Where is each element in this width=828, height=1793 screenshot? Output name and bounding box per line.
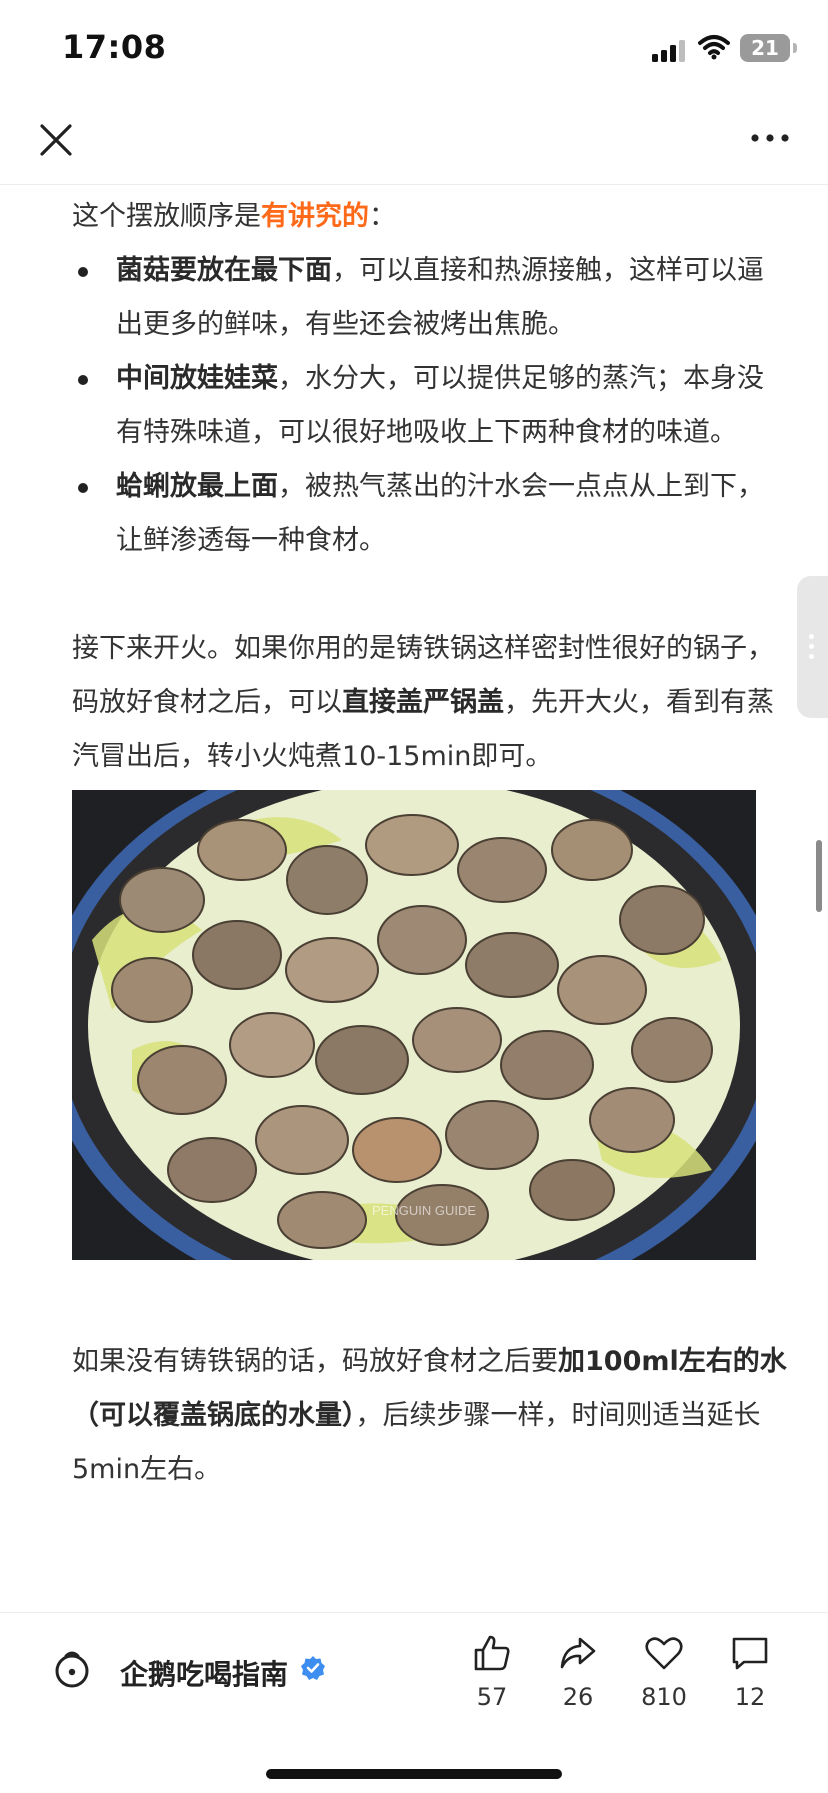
intro-paragraph: 这个摆放顺序是有讲究的：	[72, 190, 790, 244]
top-nav-bar	[0, 96, 828, 185]
home-indicator[interactable]	[266, 1769, 562, 1779]
battery-indicator: 21	[740, 34, 790, 62]
clams-pot-photo[interactable]: PENGUIN GUIDE	[42, 742, 786, 1314]
heart-icon	[645, 1637, 683, 1670]
intro-accent-text: 有讲究的	[261, 201, 369, 232]
thumbs-up-icon	[474, 1635, 510, 1671]
comment-count: 12	[734, 1683, 766, 1711]
status-bar: 17:08 21	[0, 0, 828, 96]
comment-bubble-icon	[732, 1637, 768, 1670]
intro-colon: ：	[369, 201, 396, 232]
list-item: 蛤蜊放最上面，被热气蒸出的汁水会一点点从上到下，让鲜渗透每一种食材。	[72, 460, 790, 568]
list-item-bold: 菌菇要放在最下面	[116, 255, 332, 286]
wifi-icon	[698, 35, 730, 60]
share-arrow-icon	[560, 1637, 596, 1669]
arrangement-list: 菌菇要放在最下面，可以直接和热源接触，这样可以逼出更多的鲜味，有些还会被烤出焦脆…	[72, 244, 790, 568]
no-cast-iron-paragraph: 如果没有铸铁锅的话，码放好食材之后要加100ml左右的水（可以覆盖锅底的水量），…	[72, 1335, 790, 1497]
status-time: 17:08	[62, 28, 167, 66]
no-cast-iron-text: 如果没有铸铁锅的话，码放好食材之后要	[72, 1346, 558, 1377]
list-item: 中间放娃娃菜，水分大，可以提供足够的蒸汽；本身没有特殊味道，可以很好地吸收上下两…	[72, 352, 790, 460]
like-button[interactable]: 57	[454, 1633, 530, 1711]
list-item: 菌菇要放在最下面，可以直接和热源接触，这样可以逼出更多的鲜味，有些还会被烤出焦脆…	[72, 244, 790, 352]
cooking-paragraph: 接下来开火。如果你用的是铸铁锅这样密封性很好的锅子，码放好食材之后，可以直接盖严…	[72, 622, 790, 784]
side-drawer-handle[interactable]	[797, 576, 828, 718]
photo-watermark: PENGUIN GUIDE	[372, 1203, 476, 1218]
cooking-bold-text: 直接盖严锅盖	[342, 687, 504, 718]
list-item-bold: 蛤蜊放最上面	[116, 471, 278, 502]
like-count: 57	[476, 1683, 508, 1711]
author-name[interactable]: 企鹅吃喝指南	[120, 1653, 288, 1693]
scroll-indicator[interactable]	[816, 840, 822, 912]
verified-badge-icon	[301, 1656, 325, 1680]
battery-cap	[793, 43, 797, 53]
favorite-button[interactable]: 810	[626, 1633, 702, 1711]
comment-button[interactable]: 12	[712, 1633, 788, 1711]
penguin-avatar-icon[interactable]	[52, 1647, 92, 1689]
favorite-count: 810	[641, 1683, 687, 1711]
share-button[interactable]: 26	[540, 1633, 616, 1711]
bottom-action-bar: 企鹅吃喝指南 57 26 810 12	[0, 1612, 828, 1793]
more-icon[interactable]	[750, 132, 790, 144]
article-body: 这个摆放顺序是有讲究的： 菌菇要放在最下面，可以直接和热源接触，这样可以逼出更多…	[42, 190, 790, 1497]
share-count: 26	[562, 1683, 594, 1711]
list-item-bold: 中间放娃娃菜	[116, 363, 278, 394]
cellular-signal-icon	[652, 40, 685, 62]
intro-text: 这个摆放顺序是	[72, 201, 261, 232]
close-icon[interactable]	[38, 122, 74, 158]
